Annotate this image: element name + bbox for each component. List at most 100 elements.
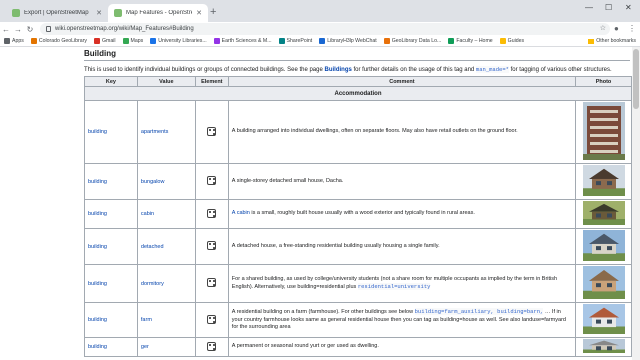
section-intro: This is used to identify individual buil… (84, 66, 632, 74)
bookmark-label: GeoLibrary Data Lo... (391, 38, 442, 44)
key-link[interactable]: building (88, 281, 107, 287)
close-icon[interactable]: ✕ (96, 9, 102, 17)
value-link[interactable]: apartments (141, 129, 169, 135)
other-bookmarks[interactable]: Other bookmarks (588, 38, 636, 44)
table-row: building apartments A building arranged in… (84, 100, 632, 164)
bookmark-label: Colorado GeoLibrary (38, 38, 87, 44)
scrollbar-thumb[interactable] (633, 49, 639, 109)
key-link[interactable]: building (88, 317, 107, 323)
bookmark-item[interactable]: University Libraries... (150, 38, 207, 44)
close-icon[interactable]: ✕ (196, 9, 202, 17)
bookmark-favicon-icon (30, 38, 37, 44)
url-text: wiki.openstreetmap.org/wiki/Map_Features… (55, 26, 194, 32)
reload-icon[interactable]: ↻ (24, 25, 36, 34)
tab-title: Export | OpenStreetMap (24, 10, 89, 16)
tab-map-features[interactable]: Map Features - OpenStreetMap ✕ (108, 4, 208, 22)
key-cell: building (84, 337, 138, 357)
bookmark-label: Faculty – Home (456, 38, 493, 44)
table-row: building bungalow A single-storey detached… (84, 163, 632, 200)
bookmark-item[interactable]: Earth Sciences & M... (213, 38, 272, 44)
area-element-icon[interactable] (207, 126, 217, 136)
value-link[interactable]: farm (141, 317, 152, 323)
building-photo[interactable] (582, 102, 625, 162)
bookmark-star-icon[interactable]: ☆ (600, 24, 606, 32)
building-photo[interactable] (582, 165, 625, 198)
comment-tag-link[interactable]: building=farm_auxiliary, building=barn, (414, 308, 544, 316)
new-tab-button[interactable]: + (210, 6, 216, 18)
forward-icon[interactable]: → (12, 25, 24, 34)
value-link[interactable]: detached (141, 244, 164, 250)
table-row: building cabin A cabin is a small, roughly… (84, 199, 632, 229)
comment-cell: For a shared building, as used by colleg… (227, 264, 577, 303)
comment-text: is a small, roughly built house usually … (249, 210, 475, 217)
comment-cell: A residential building on a farm (farmho… (227, 302, 577, 338)
intro-text: for further details on the usage of this… (351, 67, 476, 73)
buildings-link[interactable]: Buildings (325, 67, 352, 73)
section-heading: Building (84, 49, 630, 61)
tab-export[interactable]: Export | OpenStreetMap ✕ (6, 4, 108, 22)
value-cell: apartments (136, 100, 196, 164)
bookmark-favicon-icon (122, 38, 129, 44)
area-element-icon[interactable] (207, 314, 217, 324)
bookmark-item[interactable]: GeoLibrary Data Lo... (383, 38, 442, 44)
tab-title: Map Features - OpenStreetMap (126, 10, 192, 16)
key-link[interactable]: building (88, 344, 107, 350)
column-header-element: Element (194, 76, 229, 87)
address-bar[interactable]: wiki.openstreetmap.org/wiki/Map_Features… (40, 23, 610, 35)
bookmarks-bar: Apps Colorado GeoLibrary Gmail Maps Universi… (0, 36, 640, 47)
building-photo[interactable] (582, 266, 625, 301)
area-element-icon[interactable] (207, 341, 217, 351)
comment-tag-link[interactable]: residential=university (357, 283, 431, 290)
area-element-icon[interactable] (207, 176, 217, 185)
maximize-icon[interactable]: ☐ (605, 3, 612, 12)
bookmark-item[interactable]: Maps (122, 38, 144, 44)
building-photo[interactable] (582, 230, 625, 263)
key-link[interactable]: building (88, 179, 107, 185)
area-element-icon[interactable] (207, 241, 217, 250)
window-close-icon[interactable]: ✕ (625, 3, 632, 12)
bookmark-favicon-icon (448, 38, 455, 44)
bookmark-item[interactable]: SharePoint (278, 38, 312, 44)
value-link[interactable]: cabin (141, 211, 154, 217)
value-link[interactable]: dormitory (141, 281, 164, 287)
bookmark-item[interactable]: Apps (4, 38, 24, 44)
key-link[interactable]: building (88, 211, 107, 217)
comment-link[interactable]: A cabin (232, 210, 250, 216)
intro-text: This is used to identify individual buil… (84, 67, 325, 73)
key-link[interactable]: building (88, 129, 107, 135)
bookmark-item[interactable]: Gmail (93, 38, 116, 44)
area-element-icon[interactable] (207, 208, 217, 218)
profile-avatar-icon[interactable]: ● (614, 24, 619, 33)
bookmark-label: Earth Sciences & M... (221, 38, 272, 44)
bookmark-item[interactable]: Guides (499, 38, 524, 44)
man-made-tag-link[interactable]: man_made=* (475, 66, 509, 73)
comment-text: A residential building on a farm (farmho… (231, 309, 415, 316)
bookmark-label: Maps (130, 38, 144, 44)
value-link[interactable]: bungalow (141, 179, 165, 185)
key-cell: building (84, 163, 138, 200)
tab-strip: Export | OpenStreetMap ✕ Map Features - … (0, 0, 640, 22)
building-photo[interactable] (582, 304, 625, 336)
bookmark-item[interactable]: Colorado GeoLibrary (30, 38, 87, 44)
comment-cell: A cabin is a small, roughly built house … (227, 199, 577, 229)
key-link[interactable]: building (88, 244, 107, 250)
table-row: building farm A residential building on a … (84, 302, 632, 338)
other-bookmarks-label: Other bookmarks (596, 38, 636, 44)
table-row: building ger A permanent or seasonal round… (84, 337, 632, 357)
bookmark-item[interactable]: LibraryH3lp WebChat (319, 38, 377, 44)
element-cell (194, 100, 229, 164)
bookmark-item[interactable]: Faculty – Home (448, 38, 493, 44)
bookmark-favicon-icon (93, 38, 100, 44)
value-link[interactable]: ger (141, 344, 149, 350)
building-photo[interactable] (582, 339, 625, 355)
minimize-icon[interactable]: — (585, 3, 593, 12)
building-photo[interactable] (582, 201, 625, 227)
comment-text: A single-storey detached small house, Da… (231, 177, 344, 184)
value-cell: dormitory (136, 264, 196, 303)
value-cell: bungalow (136, 163, 196, 200)
back-icon[interactable]: ← (0, 25, 12, 34)
area-element-icon[interactable] (207, 278, 217, 287)
section-title: Accommodation (84, 86, 632, 101)
bookmark-label: LibraryH3lp WebChat (327, 38, 377, 44)
menu-icon[interactable]: ⋮ (628, 24, 636, 33)
